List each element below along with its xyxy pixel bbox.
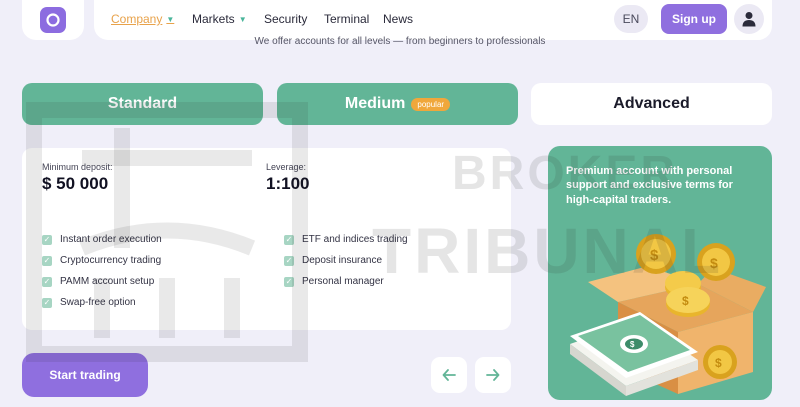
advanced-promo-panel: Premium account with personal support an… [548,146,772,400]
arrow-right-icon [486,369,500,381]
page-subtitle: We offer accounts for all levels — from … [254,36,546,47]
nav-item-security[interactable]: Security [264,12,307,26]
user-button[interactable] [734,4,764,34]
nav-item-terminal[interactable]: Terminal [324,12,369,26]
start-trading-button[interactable]: Start trading [22,353,148,397]
nav-item-label: Terminal [324,12,370,26]
nav-item-label: Company [111,12,163,26]
nav-item-label: Security [264,12,308,26]
logo[interactable] [22,0,84,40]
checkmark-icon: ✓ [42,255,52,266]
feature-item: ✓ Swap-free option [42,297,136,308]
checkmark-icon: ✓ [42,234,52,245]
nav-item-label: Markets [192,12,235,26]
signup-button[interactable]: Sign up [661,4,727,34]
feature-item: ✓ ETF and indices trading [284,234,408,245]
popular-badge: popular [411,97,451,111]
tab-medium[interactable]: Medium popular [277,83,518,125]
feature-label: Deposit insurance [302,255,383,266]
tab-label: Advanced [613,95,690,112]
feature-label: Cryptocurrency trading [60,255,162,266]
checkmark-icon: ✓ [284,276,294,287]
feature-item: ✓ Personal manager [284,276,384,287]
user-icon [742,12,756,27]
checkmark-icon: ✓ [42,297,52,308]
checkmark-icon: ✓ [42,276,52,287]
tab-standard[interactable]: Standard [22,83,263,125]
chevron-down-icon: ▼ [238,14,247,24]
checkmark-icon: ✓ [284,234,294,245]
tab-label: Medium [344,95,406,112]
feature-item: ✓ PAMM account setup [42,276,154,287]
chevron-down-icon: ▼ [166,14,175,24]
min-deposit-value: $ 50 000 [42,174,109,193]
next-button[interactable] [475,357,511,393]
tab-label: Standard [107,95,178,112]
feature-item: ✓ Cryptocurrency trading [42,255,161,266]
nav-item-company[interactable]: Company ▼ [111,12,174,26]
nav-item-news[interactable]: News [383,12,413,26]
promo-text: Premium account with personal support an… [566,165,733,206]
svg-text:$: $ [715,356,722,370]
feature-label: Instant order execution [60,234,162,245]
svg-text:$: $ [682,294,689,308]
feature-label: Personal manager [302,276,384,287]
svg-text:$: $ [630,340,635,349]
checkmark-icon: ✓ [284,255,294,266]
feature-item: ✓ Deposit insurance [284,255,382,266]
tab-advanced[interactable]: Advanced [531,83,772,125]
leverage-value: 1:100 [266,174,310,193]
nav-item-markets[interactable]: Markets ▼ [192,12,247,26]
arrow-left-icon [442,369,456,381]
feature-label: Swap-free option [60,297,136,308]
language-selector[interactable]: EN [614,5,648,33]
leverage-label: Leverage: [266,162,307,172]
prev-button[interactable] [431,357,467,393]
feature-label: ETF and indices trading [302,234,408,245]
account-details-card: Minimum deposit: $ 50 000 Leverage: 1:10… [22,148,511,330]
svg-text:$: $ [650,247,659,264]
svg-text:$: $ [710,255,718,271]
logo-ring-icon [40,7,66,33]
feature-item: ✓ Instant order execution [42,234,162,245]
min-deposit-label: Minimum deposit: [42,162,113,172]
money-box-coins-illustration: $ $ $ $ $ [570,234,766,396]
feature-label: PAMM account setup [60,276,155,287]
nav-item-label: News [383,12,414,26]
